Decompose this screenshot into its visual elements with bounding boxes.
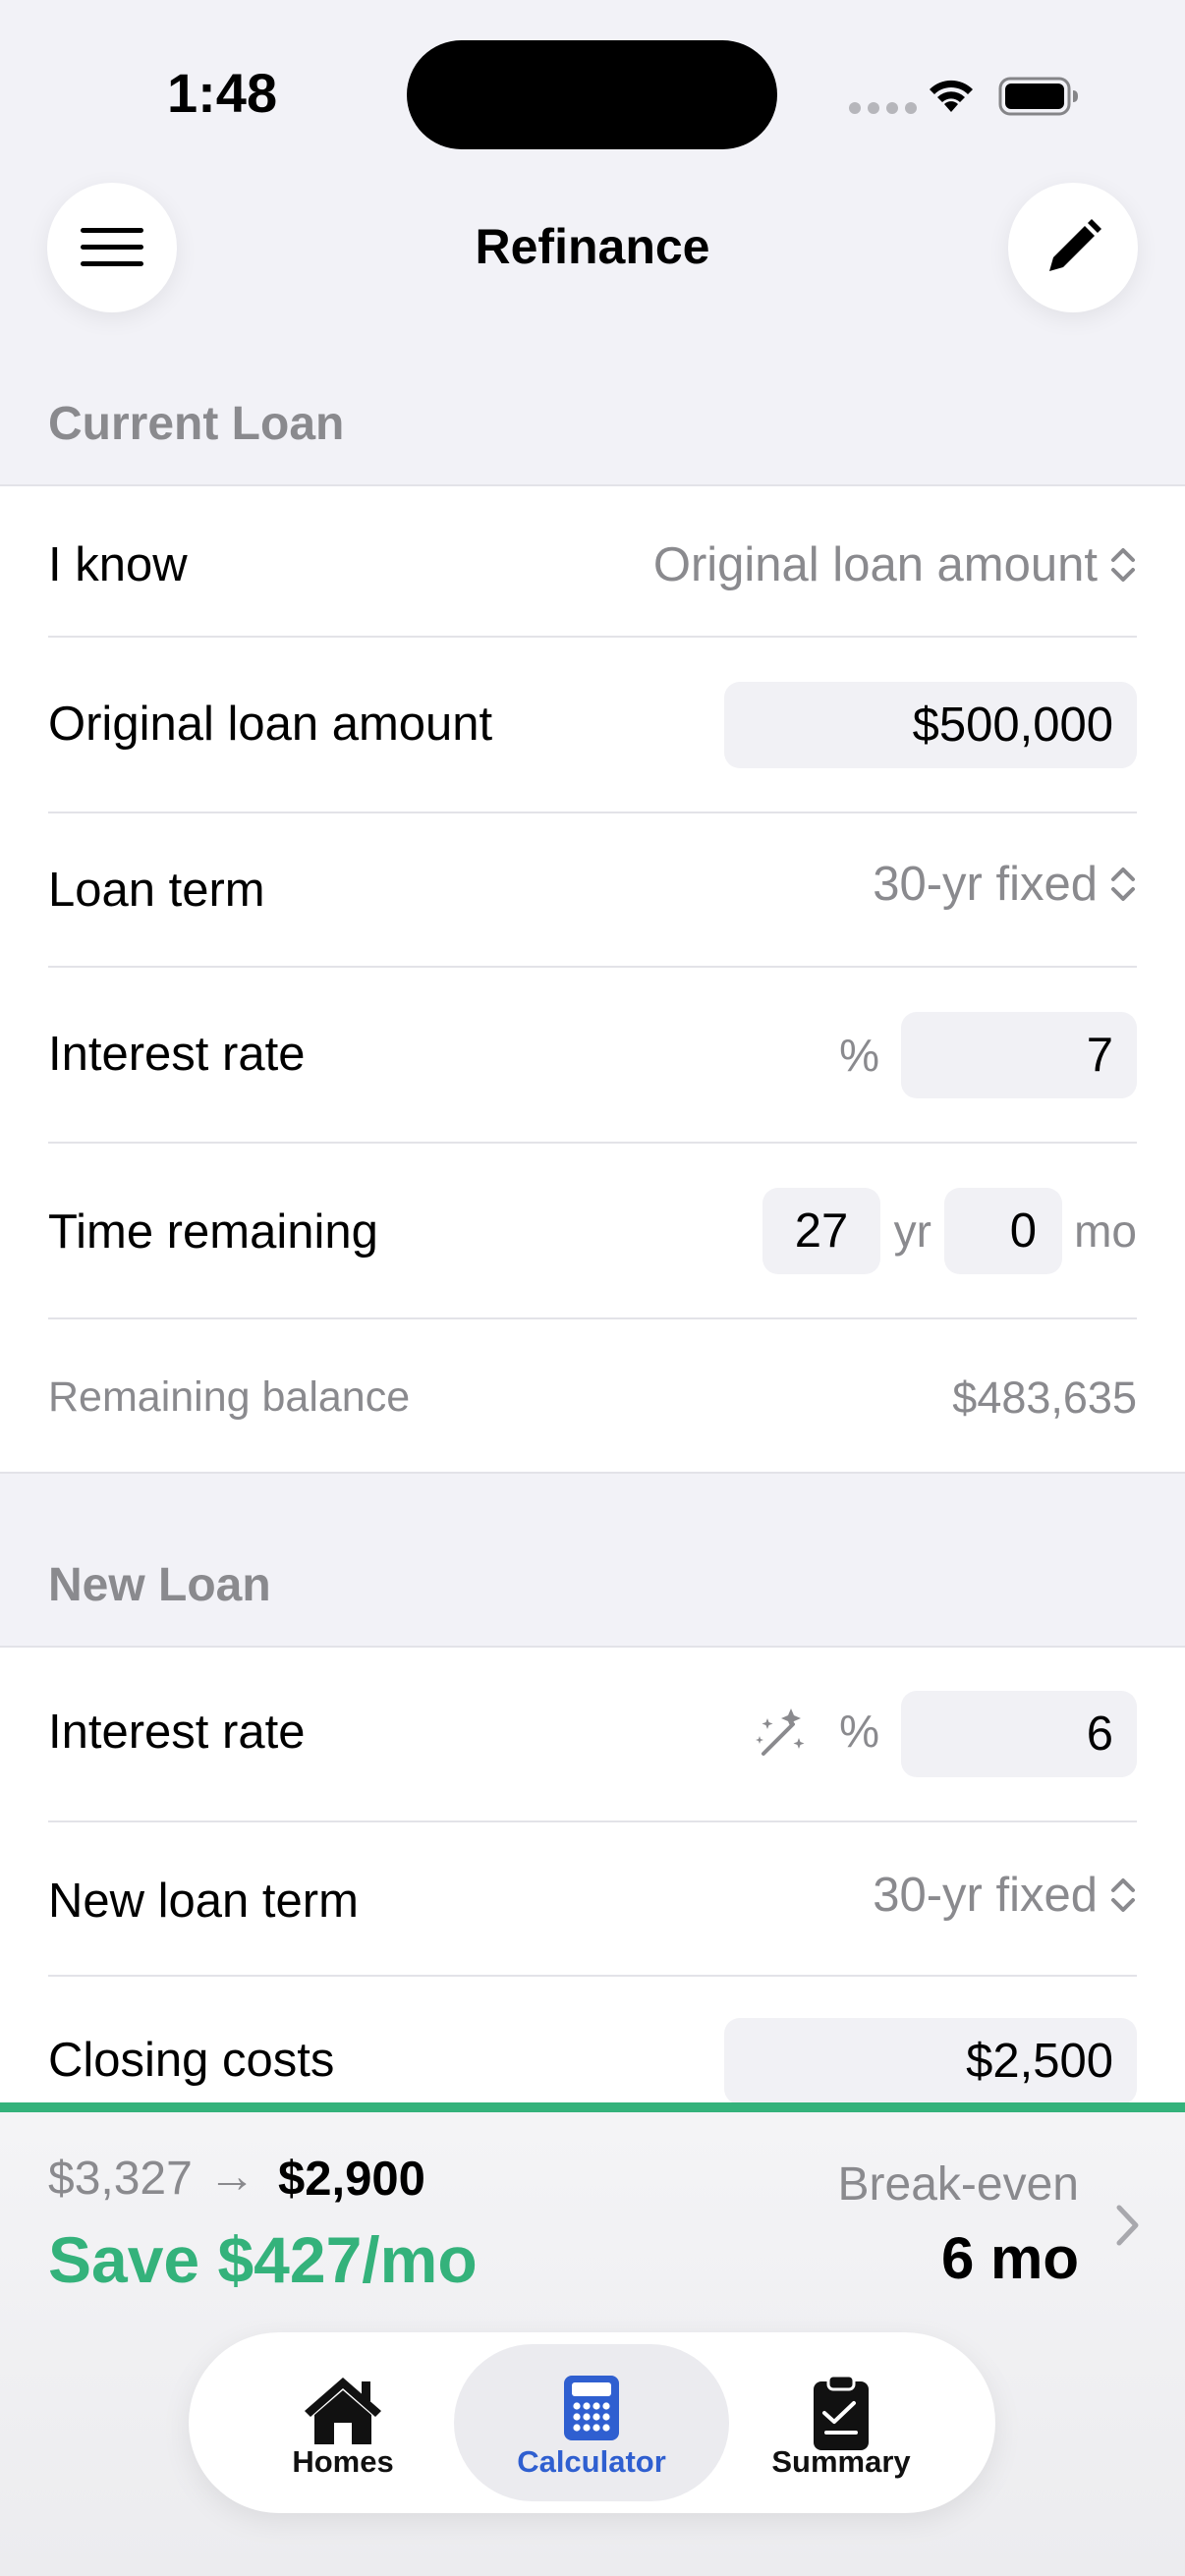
dynamic-island [407, 40, 777, 149]
savings-text: Save $427/mo [48, 2223, 478, 2296]
new-interest-rate-row: Interest rate % 6 [48, 1648, 1137, 1821]
status-bar: 1:48 [0, 0, 1185, 167]
months-unit: mo [1074, 1205, 1137, 1257]
chevron-right-icon [1116, 2205, 1139, 2246]
interest-rate-input[interactable]: 7 [901, 1012, 1137, 1098]
current-loan-header: Current Loan [48, 398, 345, 450]
time-remaining-label: Time remaining [48, 1205, 378, 1259]
loan-term-label: Loan term [48, 864, 265, 917]
battery-icon [998, 77, 1078, 116]
remaining-balance-label: Remaining balance [48, 1373, 411, 1421]
pencil-icon [1049, 219, 1101, 271]
tab-homes[interactable]: Homes [205, 2344, 480, 2501]
months-input[interactable]: 0 [944, 1188, 1062, 1274]
chevron-up-down-icon [1111, 868, 1135, 901]
loan-term-picker[interactable]: 30-yr fixed [873, 857, 1137, 912]
wifi-icon [930, 80, 973, 112]
house-icon [305, 2378, 381, 2444]
new-interest-rate-input[interactable]: 6 [901, 1691, 1137, 1777]
breakeven-value: 6 mo [940, 2225, 1079, 2291]
percent-unit: % [839, 1030, 879, 1081]
new-loan-card: Interest rate % 6 New loan term 30-yr fi… [0, 1646, 1185, 2156]
chevron-up-down-icon [1111, 548, 1135, 582]
new-payment: $2,900 [278, 2153, 425, 2206]
time-remaining-row: Time remaining 27 yr 0 mo [48, 1144, 1137, 1318]
i-know-value: Original loan amount [652, 538, 1098, 591]
arrow-right-icon: → [208, 2151, 255, 2203]
current-loan-card: I know Original loan amount Original loa… [0, 484, 1185, 1474]
status-time: 1:48 [167, 62, 278, 124]
remaining-balance-row: Remaining balance $483,635 [48, 1319, 1137, 1474]
percent-unit: % [839, 1706, 879, 1757]
tab-label: Homes [292, 2444, 394, 2479]
i-know-row: I know Original loan amount [48, 486, 1137, 638]
interest-rate-row: Interest rate % 7 [48, 968, 1137, 1143]
new-loan-header: New Loan [48, 1559, 271, 1611]
edit-button[interactable] [1008, 183, 1138, 312]
cellular-signal-icon [849, 102, 917, 114]
original-loan-amount-input[interactable]: $500,000 [724, 682, 1137, 768]
interest-rate-label: Interest rate [48, 1028, 306, 1081]
new-loan-term-label: New loan term [48, 1875, 359, 1928]
i-know-label: I know [48, 538, 188, 591]
years-input[interactable]: 27 [762, 1188, 880, 1274]
tab-calculator[interactable]: Calculator [454, 2344, 729, 2501]
tab-bar: Homes Calculator Summary [189, 2332, 995, 2513]
breakeven-label: Break-even [837, 2158, 1079, 2211]
chevron-up-down-icon [1111, 1878, 1135, 1912]
closing-costs-label: Closing costs [48, 2034, 335, 2087]
calculator-icon [564, 2376, 619, 2440]
loan-term-row: Loan term 30-yr fixed [48, 813, 1137, 966]
years-unit: yr [893, 1205, 931, 1257]
loan-term-value: 30-yr fixed [873, 858, 1098, 911]
clipboard-icon [814, 2374, 869, 2450]
tab-summary[interactable]: Summary [704, 2344, 979, 2501]
original-loan-amount-label: Original loan amount [48, 698, 493, 751]
original-loan-amount-row: Original loan amount $500,000 [48, 638, 1137, 812]
remaining-balance-value: $483,635 [952, 1372, 1137, 1423]
closing-costs-input[interactable]: $2,500 [724, 2018, 1137, 2104]
magic-wand-icon[interactable] [754, 1707, 807, 1760]
old-payment: $3,327 [48, 2153, 193, 2205]
new-loan-term-value: 30-yr fixed [873, 1869, 1098, 1922]
summary-accent-line [0, 2102, 1185, 2112]
tab-label: Calculator [517, 2444, 666, 2479]
new-loan-term-picker[interactable]: 30-yr fixed [873, 1868, 1137, 1923]
i-know-picker[interactable]: Original loan amount [653, 537, 1137, 592]
new-loan-term-row: New loan term 30-yr fixed [48, 1822, 1137, 1975]
new-interest-rate-label: Interest rate [48, 1706, 306, 1759]
